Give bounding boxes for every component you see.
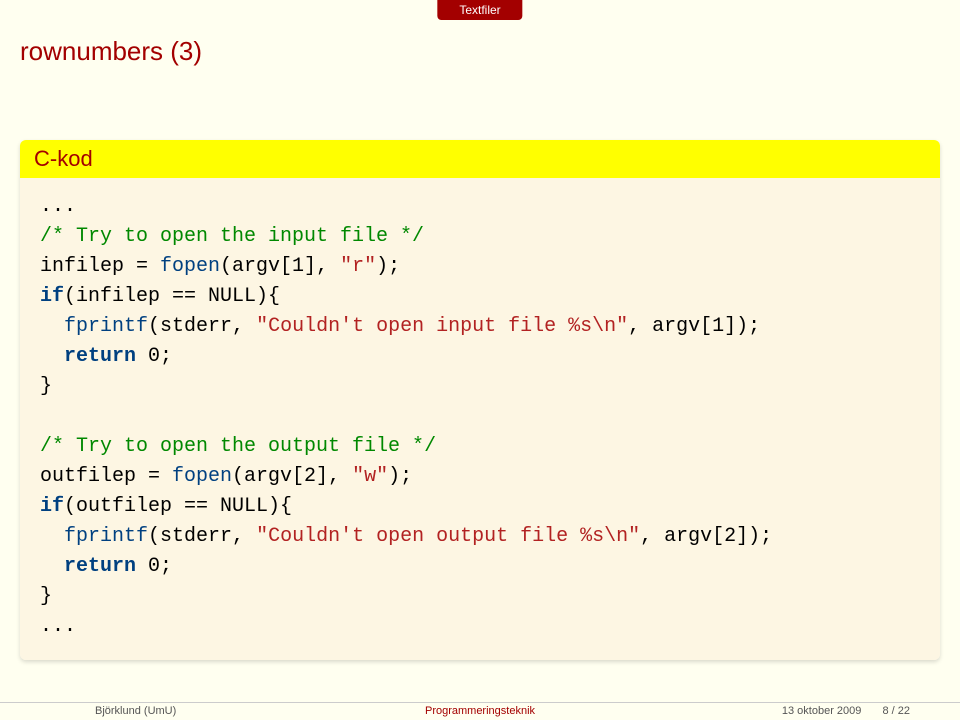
- code-indent: [40, 555, 64, 578]
- code-text: outfilep =: [40, 465, 172, 488]
- code-text: (infilep == NULL){: [64, 285, 280, 308]
- code-indent: [40, 525, 64, 548]
- footer-author: Björklund (UmU): [95, 705, 176, 717]
- code-keyword: return: [64, 345, 136, 368]
- code-text: , argv[1]);: [628, 315, 760, 338]
- code-text: }: [40, 585, 52, 608]
- code-comment: /* Try to open the input file */: [40, 225, 424, 248]
- block-title: C-kod: [20, 140, 940, 178]
- code-text: (outfilep == NULL){: [64, 495, 292, 518]
- code-string: "Couldn't open output file %s\n": [256, 525, 640, 548]
- footer-right: 13 oktober 2009 8 / 22: [782, 705, 910, 717]
- code-text: );: [388, 465, 412, 488]
- footer-page: 8 / 22: [864, 705, 910, 717]
- section-tab: Textfiler: [437, 0, 522, 20]
- code-indent: [40, 315, 64, 338]
- code-body: ... /* Try to open the input file */ inf…: [20, 178, 940, 660]
- code-text: (argv[1],: [220, 255, 340, 278]
- code-comment: /* Try to open the output file */: [40, 435, 436, 458]
- code-indent: [40, 345, 64, 368]
- page-title: rownumbers (3): [20, 36, 202, 67]
- code-fn: fopen: [160, 255, 220, 278]
- code-text: 0;: [136, 345, 172, 368]
- code-text: }: [40, 375, 52, 398]
- code-string: "Couldn't open input file %s\n": [256, 315, 628, 338]
- code-keyword: return: [64, 555, 136, 578]
- code-line: ...: [40, 195, 76, 218]
- code-string: "w": [352, 465, 388, 488]
- footer-date: 13 oktober 2009: [782, 705, 862, 717]
- code-fn: fopen: [172, 465, 232, 488]
- code-block: C-kod ... /* Try to open the input file …: [20, 140, 940, 660]
- code-line: ...: [40, 615, 76, 638]
- code-text: (stderr,: [148, 315, 256, 338]
- code-text: 0;: [136, 555, 172, 578]
- footer-rule: [0, 702, 960, 703]
- code-fn: fprintf: [64, 525, 148, 548]
- code-fn: fprintf: [64, 315, 148, 338]
- code-string: "r": [340, 255, 376, 278]
- code-text: (argv[2],: [232, 465, 352, 488]
- code-keyword: if: [40, 285, 64, 308]
- code-text: infilep =: [40, 255, 160, 278]
- code-text: , argv[2]);: [640, 525, 772, 548]
- footer-title: Programmeringsteknik: [425, 705, 535, 717]
- code-text: (stderr,: [148, 525, 256, 548]
- code-text: );: [376, 255, 400, 278]
- section-label: Textfiler: [459, 3, 500, 17]
- footer: Björklund (UmU) Programmeringsteknik 13 …: [0, 702, 960, 720]
- code-keyword: if: [40, 495, 64, 518]
